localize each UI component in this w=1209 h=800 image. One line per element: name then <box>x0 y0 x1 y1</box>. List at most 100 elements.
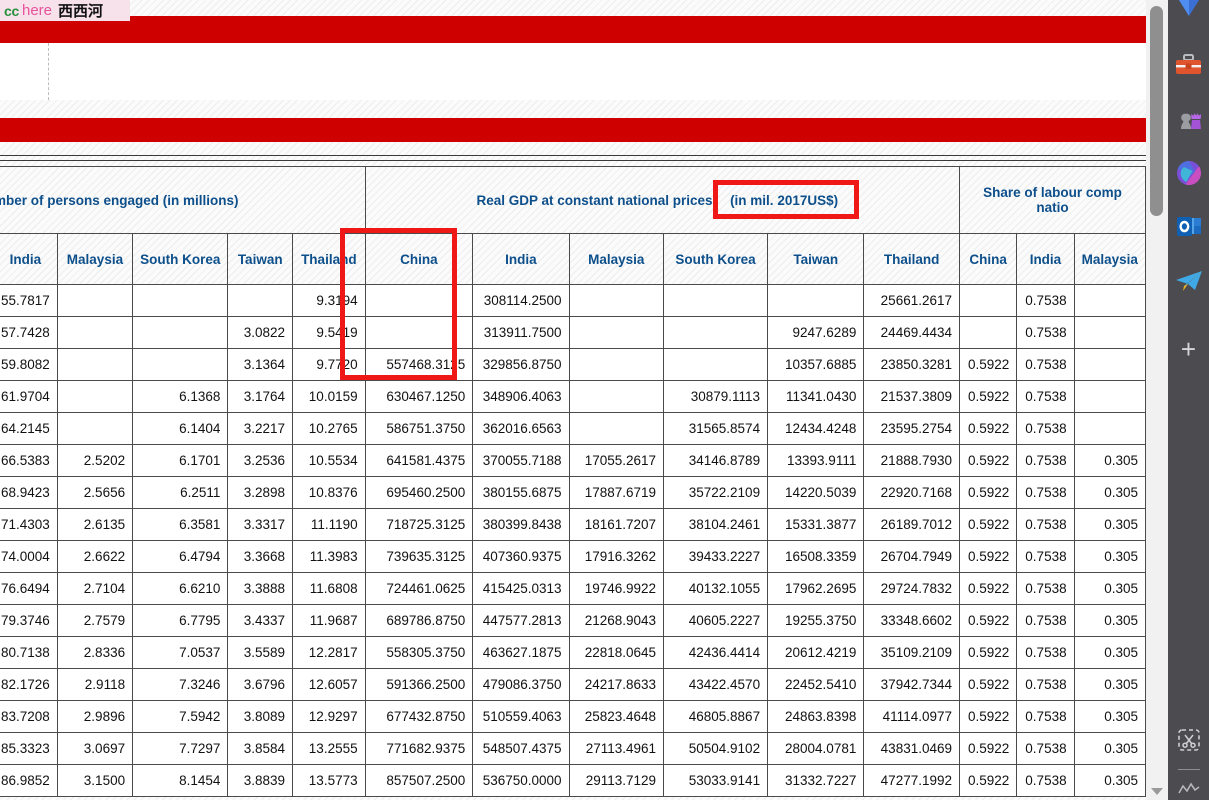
table-cell[interactable]: 19255.3750 <box>767 604 865 637</box>
table-cell[interactable]: 689786.8750 <box>364 604 474 637</box>
table-cell[interactable]: 0.7538 <box>1016 540 1075 573</box>
table-cell[interactable]: 42436.4414 <box>663 636 769 669</box>
table-cell[interactable]: 53033.9141 <box>663 764 769 797</box>
table-cell[interactable]: 313911.7500 <box>472 316 570 349</box>
table-cell[interactable]: 40605.2227 <box>663 604 769 637</box>
table-column-header-south-korea-2[interactable]: South Korea <box>132 233 229 285</box>
table-cell[interactable]: 3.5589 <box>227 636 294 669</box>
table-cell[interactable]: 13393.9111 <box>767 444 865 477</box>
table-cell[interactable]: 6.7795 <box>132 604 229 637</box>
table-cell[interactable] <box>1073 348 1146 381</box>
table-cell[interactable] <box>568 284 665 317</box>
table-cell[interactable]: 0.305 <box>1073 732 1146 765</box>
table-cell[interactable]: 3.8584 <box>227 732 294 765</box>
table-cell[interactable]: 857507.2500 <box>364 764 474 797</box>
chess-icon[interactable] <box>1168 96 1209 142</box>
table-cell[interactable]: 2.8336 <box>56 636 134 669</box>
table-cell[interactable] <box>132 284 229 317</box>
table-cell[interactable]: 591366.2500 <box>364 668 474 701</box>
table-cell[interactable]: 0.7538 <box>1016 380 1075 413</box>
table-column-header-india-6[interactable]: India <box>472 233 570 285</box>
table-cell[interactable]: 7.5942 <box>132 700 229 733</box>
table-cell[interactable]: 463627.1875 <box>472 636 570 669</box>
table-cell[interactable]: 447577.2813 <box>472 604 570 637</box>
table-cell[interactable] <box>56 348 134 381</box>
table-cell[interactable] <box>364 316 474 349</box>
table-cell[interactable]: 50504.9102 <box>663 732 769 765</box>
table-cell[interactable]: 13.5773 <box>292 764 366 797</box>
table-cell[interactable]: 76.6494 <box>0 572 58 605</box>
table-cell[interactable]: 0.7538 <box>1016 764 1075 797</box>
table-cell[interactable]: 34146.8789 <box>663 444 769 477</box>
table-cell[interactable] <box>1073 412 1146 445</box>
table-column-header-south-korea-8[interactable]: South Korea <box>663 233 769 285</box>
table-cell[interactable]: 0.5922 <box>958 380 1018 413</box>
table-cell[interactable]: 0.305 <box>1073 508 1146 541</box>
table-cell[interactable]: 79.3746 <box>0 604 58 637</box>
table-column-header-thailand-4[interactable]: Thailand <box>292 233 366 285</box>
table-cell[interactable]: 11.1190 <box>292 508 366 541</box>
table-cell[interactable]: 0.5922 <box>958 604 1018 637</box>
table-cell[interactable]: 3.3668 <box>227 540 294 573</box>
table-cell[interactable]: 0.5922 <box>958 732 1018 765</box>
table-cell[interactable]: 10.8376 <box>292 476 366 509</box>
table-cell[interactable]: 25661.2617 <box>863 284 960 317</box>
snip-icon[interactable] <box>1168 717 1209 763</box>
table-cell[interactable]: 23850.3281 <box>863 348 960 381</box>
table-cell[interactable]: 0.5922 <box>958 412 1018 445</box>
table-cell[interactable]: 0.7538 <box>1016 284 1075 317</box>
economic-indicators-table[interactable]: mber of persons engaged (in millions) Rea… <box>0 166 1146 797</box>
table-cell[interactable]: 71.4303 <box>0 508 58 541</box>
table-cell[interactable] <box>56 284 134 317</box>
table-cell[interactable]: 558305.3750 <box>364 636 474 669</box>
table-cell[interactable]: 0.305 <box>1073 668 1146 701</box>
toolbox-icon[interactable] <box>1168 42 1209 88</box>
table-cell[interactable] <box>568 348 665 381</box>
table-cell[interactable]: 18161.7207 <box>568 508 665 541</box>
table-cell[interactable]: 3.0697 <box>56 732 134 765</box>
table-cell[interactable]: 0.5922 <box>958 636 1018 669</box>
table-cell[interactable]: 407360.9375 <box>472 540 570 573</box>
table-cell[interactable]: 3.1500 <box>56 764 134 797</box>
table-cell[interactable]: 370055.7188 <box>472 444 570 477</box>
outlook-icon[interactable] <box>1168 204 1209 250</box>
table-cell[interactable]: 8.1454 <box>132 764 229 797</box>
table-cell[interactable]: 557468.3125 <box>364 348 474 381</box>
table-cell[interactable]: 30879.1113 <box>663 380 769 413</box>
table-cell[interactable]: 380155.6875 <box>472 476 570 509</box>
table-cell[interactable]: 13.2555 <box>292 732 366 765</box>
table-cell[interactable]: 21888.7930 <box>863 444 960 477</box>
table-cell[interactable]: 26704.7949 <box>863 540 960 573</box>
table-cell[interactable]: 0.5922 <box>958 764 1018 797</box>
table-cell[interactable]: 0.7538 <box>1016 444 1075 477</box>
table-cell[interactable]: 46805.8867 <box>663 700 769 733</box>
table-cell[interactable] <box>56 380 134 413</box>
table-cell[interactable]: 415425.0313 <box>472 572 570 605</box>
table-cell[interactable] <box>1073 380 1146 413</box>
table-cell[interactable]: 2.5656 <box>56 476 134 509</box>
table-cell[interactable]: 17962.2695 <box>767 572 865 605</box>
table-cell[interactable] <box>663 316 769 349</box>
table-cell[interactable] <box>958 316 1018 349</box>
table-cell[interactable]: 380399.8438 <box>472 508 570 541</box>
table-cell[interactable]: 0.7538 <box>1016 668 1075 701</box>
table-cell[interactable]: 0.7538 <box>1016 348 1075 381</box>
table-cell[interactable] <box>56 316 134 349</box>
table-cell[interactable]: 0.305 <box>1073 604 1146 637</box>
table-cell[interactable]: 38104.2461 <box>663 508 769 541</box>
table-cell[interactable] <box>132 348 229 381</box>
table-cell[interactable]: 31565.8574 <box>663 412 769 445</box>
table-cell[interactable]: 6.3581 <box>132 508 229 541</box>
table-cell[interactable]: 12.2817 <box>292 636 366 669</box>
table-cell[interactable]: 37942.7344 <box>863 668 960 701</box>
table-cell[interactable]: 630467.1250 <box>364 380 474 413</box>
table-cell[interactable]: 0.305 <box>1073 572 1146 605</box>
table-cell[interactable]: 10.0159 <box>292 380 366 413</box>
table-cell[interactable]: 43422.4570 <box>663 668 769 701</box>
table-column-header-india-12[interactable]: India <box>1016 233 1075 285</box>
scrollbar-thumb[interactable] <box>1150 6 1163 216</box>
table-cell[interactable]: 29113.7129 <box>568 764 665 797</box>
table-cell[interactable]: 0.5922 <box>958 444 1018 477</box>
scroll-down-arrow-icon[interactable] <box>1151 788 1163 795</box>
table-cell[interactable] <box>663 348 769 381</box>
